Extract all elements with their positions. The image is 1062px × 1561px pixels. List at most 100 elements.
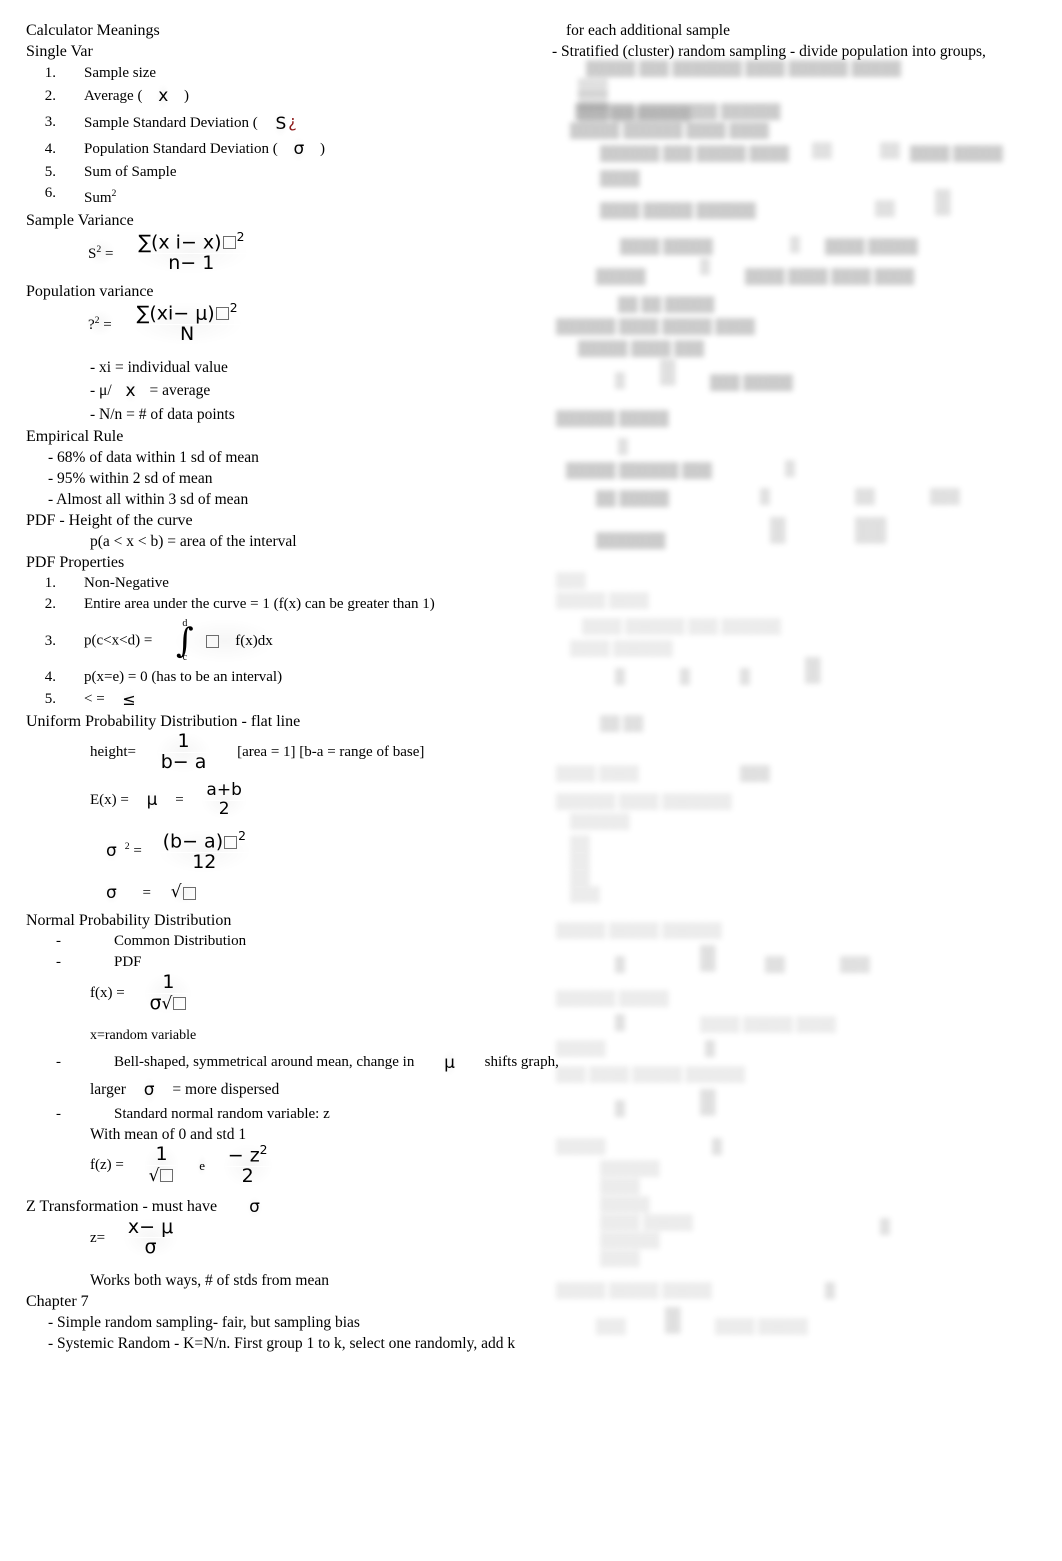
fraction-numerator: − z2 (224, 1143, 271, 1167)
less-equal-text: < = (84, 691, 105, 708)
height-label: height= (90, 744, 136, 761)
sigma-symbol: σ (247, 1196, 262, 1218)
list-item: 3. Sample Standard Deviation ( S ¿ (26, 109, 526, 137)
normal-bell-note: - Bell-shaped, symmetrical around mean, … (26, 1049, 559, 1076)
uniform-variance-formula: σ 2 = (b− a) 2 12 (26, 830, 526, 882)
less-than-equal-symbol: ≤ (120, 688, 138, 712)
list-item: 4. p(x=e) = 0 (has to be an interval) (26, 667, 526, 688)
placeholder-box-icon (215, 307, 229, 321)
sample-sd-label: Sample Standard Deviation ( (84, 115, 258, 132)
list-text: Bell-shaped, symmetrical around mean, ch… (86, 1049, 559, 1076)
right-column-line-1: for each additional sample (566, 22, 730, 39)
numerator-text: ∑(x i− x) (138, 231, 222, 254)
placeholder-box-icon (182, 887, 196, 901)
heading-empirical-rule: Empirical Rule (26, 428, 124, 446)
population-variance-formula: ?2 = ∑(xi− μ) 2 N (26, 301, 526, 356)
list-number: 2. (44, 596, 56, 613)
radical-icon: √ (161, 994, 173, 1015)
heading-chapter-7: Chapter 7 (26, 1292, 89, 1310)
sample-variance-formula: S2 = ∑(x i− x) 2 n− 1 (26, 230, 526, 281)
z-score-formula: z= x− μ σ (26, 1217, 526, 1270)
normal-bell-note-line2: larger σ = more dispersed (26, 1076, 526, 1104)
z-transformation-note: Works both ways, # of stds from mean (90, 1271, 329, 1289)
list-text: Sum2 (56, 183, 116, 209)
equals-sign: = (133, 843, 142, 860)
standard-normal-note: - Standard normal random variable: z (26, 1104, 526, 1125)
fraction-denominator: σ√ (146, 993, 190, 1015)
list-text: Average ( x ) (56, 84, 189, 110)
placeholder-box-icon (160, 1168, 174, 1182)
heading-pdf-properties: PDF Properties (26, 554, 125, 572)
chapter7-item: - Simple random sampling- fair, but samp… (48, 1313, 360, 1331)
fz-fraction: 1 √ (143, 1144, 180, 1186)
normal-pdf-note: x=random variable (90, 1028, 197, 1044)
fraction-denominator: b− a (160, 751, 207, 774)
list-item: - PDF (26, 952, 526, 973)
fraction-numerator: (b− a) 2 (159, 829, 249, 854)
z-label: z= (90, 1229, 106, 1246)
list-number: 4. (44, 140, 56, 157)
list-dash: - (56, 933, 61, 950)
list-text: < = ≤ (56, 688, 138, 712)
population-sd-label: Population Standard Deviation ( (84, 140, 278, 157)
fraction-denominator: N (179, 322, 195, 345)
list-number: 5. (44, 163, 56, 180)
integral-expression: d ∫ c f(x)dx (174, 618, 275, 664)
population-variance-fraction: ∑(xi− μ) 2 N (131, 301, 243, 345)
sum-exponent: 2 (111, 187, 117, 199)
pdf-height-note: p(a < x < b) = area of the interval (90, 533, 297, 551)
uniform-height-formula: height= 1 b− a [area = 1] [b-a = range o… (26, 731, 526, 782)
population-variance-lhs: ?2 = (86, 310, 114, 337)
list-text: Population Standard Deviation ( σ ) (56, 136, 325, 162)
list-item: - Common Distribution (26, 931, 526, 952)
equals-sign: = (104, 246, 114, 263)
normal-pdf-fraction: 1 σ√ (144, 972, 193, 1015)
exponent-numerator-text: − z (227, 1144, 260, 1167)
fraction-numerator: 1 (157, 731, 210, 754)
list-number: 3. (44, 632, 56, 649)
list-dash: - (56, 954, 61, 971)
integral-sign-icon: ∫ (176, 620, 194, 661)
expected-value-fraction: a+b 2 (201, 781, 247, 819)
height-fraction: 1 b− a (155, 731, 212, 774)
list-text: Common Distribution (114, 933, 247, 950)
heading-uniform-distribution: Uniform Probability Distribution - flat … (26, 713, 301, 731)
page-title: Calculator Meanings (26, 22, 160, 39)
list-number: 4. (44, 669, 56, 686)
normal-pdf-formula: f(x) = 1 σ√ (26, 972, 526, 1025)
bell-note-line2-prefix: larger (90, 1080, 126, 1098)
uniform-variance-fraction: (b− a) 2 12 (157, 829, 251, 874)
list-number: 1. (44, 575, 56, 592)
empirical-rule-item: - 68% of data within 1 sd of mean (48, 449, 259, 467)
fraction-numerator: 1 (145, 1144, 178, 1166)
list-item: 2. Average ( x ) (26, 84, 526, 110)
numerator-exponent: 2 (238, 829, 246, 844)
euler-e-symbol: e (197, 1154, 207, 1176)
fz-formula: f(z) = 1 √ e − z2 2 (26, 1143, 526, 1196)
list-text: Sample size (84, 65, 157, 81)
z-fraction: x− μ σ (122, 1217, 179, 1259)
sample-variance-fraction: ∑(x i− x) 2 n− 1 (133, 230, 250, 274)
mu-note-suffix: = average (149, 381, 211, 399)
uniform-area-note: [area = 1] [b-a = range of base] (237, 744, 425, 761)
fraction-denominator: n− 1 (168, 251, 215, 274)
bell-note-line2-suffix: = more dispersed (172, 1080, 280, 1098)
population-sd-close-paren: ) (320, 140, 325, 157)
empirical-rule-item: - 95% within 2 sd of mean (48, 470, 213, 488)
document-page: Calculator Meanings Single Var 1. Sample… (0, 0, 1062, 1561)
list-text: Entire area under the curve = 1 (f(x) ca… (84, 596, 435, 613)
list-text: PDF (114, 954, 142, 971)
equals-sign: = (142, 884, 151, 901)
subheading-single-var: Single Var (26, 43, 93, 60)
average-close-paren: ) (184, 88, 189, 104)
list-text: Non-Negative (84, 575, 169, 592)
sigma-symbol: σ (141, 1076, 157, 1104)
list-number: 3. (44, 114, 56, 131)
sigma-symbol: σ (104, 841, 119, 863)
numerator-text: ∑(xi− μ) (136, 302, 215, 325)
inverted-question-glyph: ¿ (288, 112, 297, 132)
list-text: p(c<x<d) = d ∫ c f(x)dx (56, 618, 275, 664)
fz-label: f(z) = (90, 1156, 124, 1173)
list-item: 5. Sum of Sample (26, 162, 526, 183)
list-dash: - (56, 1105, 61, 1122)
